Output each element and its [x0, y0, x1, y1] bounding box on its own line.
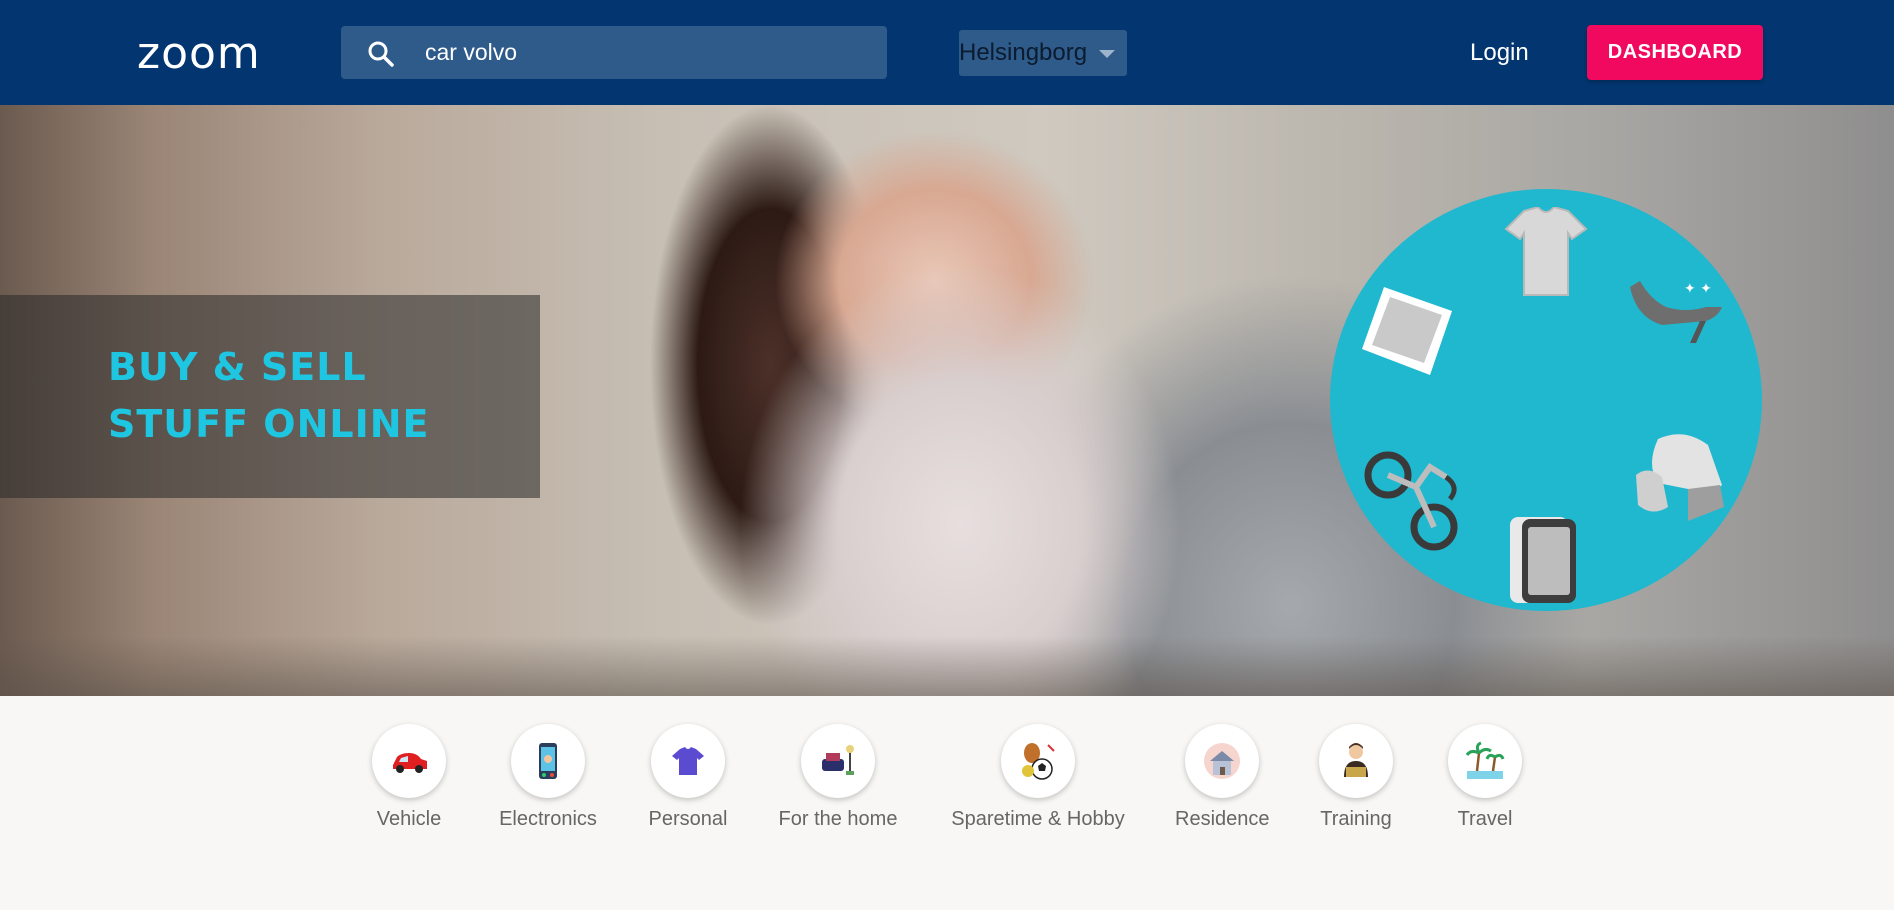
category-sparetime-hobby[interactable]: Sparetime & Hobby [950, 724, 1126, 831]
category-label: For the home [778, 808, 898, 830]
category-vehicle[interactable]: Vehicle [371, 724, 447, 831]
category-electronics-bubble[interactable] [511, 724, 585, 798]
high-heel-icon: ✦ ✦ [1630, 281, 1722, 343]
product-circle-graphic: ✦ ✦ [1330, 189, 1762, 611]
tshirt-icon [1504, 207, 1588, 296]
dashboard-button[interactable]: DASHBOARD [1587, 25, 1763, 80]
category-label: Vehicle [376, 808, 442, 830]
city-select[interactable]: Helsingborg [959, 30, 1127, 76]
category-label: Training [1320, 808, 1392, 830]
hero-desk-shade [0, 636, 1894, 696]
category-label: Sparetime & Hobby [951, 808, 1125, 830]
category-training[interactable]: Training [1318, 724, 1394, 831]
category-electronics[interactable]: Electronics [499, 724, 597, 831]
category-sparetime-hobby-bubble[interactable] [1001, 724, 1075, 798]
city-select-value: Helsingborg [959, 39, 1088, 66]
logo[interactable]: zoom [137, 26, 261, 82]
chevron-down-icon [1099, 50, 1115, 58]
category-for-the-home-bubble[interactable] [801, 724, 875, 798]
search-icon [368, 41, 394, 67]
category-travel[interactable]: Travel [1447, 724, 1523, 831]
hero-tagline-line1: BUY & SELL [108, 345, 367, 389]
category-travel-bubble[interactable] [1448, 724, 1522, 798]
armchair-icon [1636, 434, 1724, 521]
sports-ball-icon [1022, 743, 1055, 780]
category-personal-bubble[interactable] [651, 724, 725, 798]
category-label: Travel [1457, 808, 1513, 830]
hero-tagline-line2: STUFF ONLINE [108, 402, 430, 446]
phone-icon [539, 743, 557, 779]
car-icon [393, 753, 427, 773]
category-residence-bubble[interactable] [1185, 724, 1259, 798]
palm-tree-icon [1465, 741, 1505, 779]
hero-banner: BUY & SELL STUFF ONLINE ✦ ✦ [0, 105, 1894, 696]
category-personal[interactable]: Personal [647, 724, 729, 831]
category-label: Residence [1175, 808, 1270, 830]
category-label: Electronics [499, 808, 597, 830]
laptop-icon [1362, 287, 1452, 375]
hero-tagline-panel [0, 295, 540, 498]
search-bar[interactable] [341, 26, 887, 79]
category-for-the-home[interactable]: For the home [778, 724, 898, 831]
tshirt-icon [672, 747, 704, 775]
house-icon [1204, 743, 1240, 779]
teacher-icon [1344, 743, 1368, 777]
category-label: Personal [648, 808, 728, 830]
top-navbar: zoom Helsingborg Login DASHBOARD [0, 0, 1894, 105]
home-furniture-icon [822, 745, 854, 775]
smartphone-icon [1510, 517, 1576, 603]
category-bar: Vehicle Electronics Personal For the hom… [0, 696, 1894, 910]
category-vehicle-bubble[interactable] [372, 724, 446, 798]
search-input[interactable] [425, 26, 865, 79]
category-training-bubble[interactable] [1319, 724, 1393, 798]
category-residence[interactable]: Residence [1175, 724, 1270, 831]
login-link[interactable]: Login [1470, 26, 1529, 79]
bicycle-icon [1364, 451, 1458, 551]
svg-text:✦ ✦: ✦ ✦ [1684, 281, 1712, 297]
